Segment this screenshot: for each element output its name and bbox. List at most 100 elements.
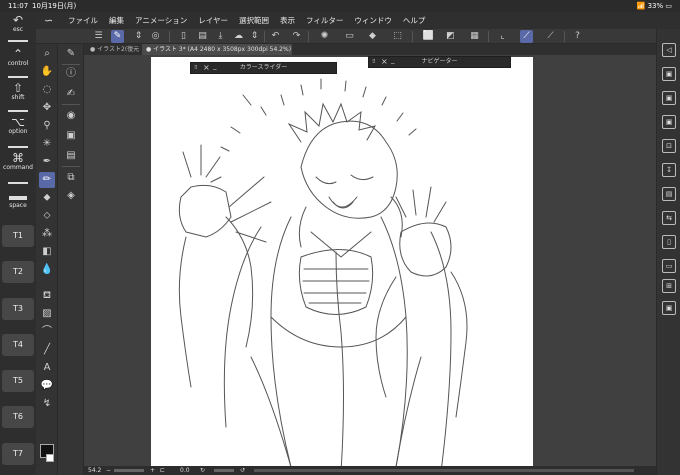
color-set-icon[interactable]: ▣	[63, 128, 79, 144]
figure-icon[interactable]: ╱	[39, 342, 55, 358]
hamburger-menu-icon[interactable]: ☰	[92, 30, 105, 43]
hand-icon[interactable]: ✋	[39, 64, 55, 80]
panel-12-icon[interactable]: ▣	[662, 301, 676, 315]
loading-icon[interactable]: ✺	[318, 30, 331, 43]
panel-7-icon[interactable]: ▤	[662, 187, 676, 201]
menu-window[interactable]: ウィンドウ	[354, 12, 392, 29]
text-icon[interactable]: A	[39, 360, 55, 376]
t1-key[interactable]: T1	[2, 225, 34, 247]
option-key[interactable]: ⌥ option	[2, 116, 34, 136]
save-icon[interactable]: ⤓	[214, 30, 227, 43]
layers-icon[interactable]: ◈	[63, 188, 79, 204]
space-key[interactable]: space	[2, 192, 34, 210]
menu-view[interactable]: 表示	[280, 12, 295, 29]
ruler-icon[interactable]: ⌒	[39, 324, 55, 340]
help-icon[interactable]: ?	[571, 30, 584, 43]
pen-icon[interactable]: ✒	[39, 154, 55, 170]
zoom-minus-icon[interactable]: −	[106, 466, 111, 475]
grid-snap-icon[interactable]: ⟋	[544, 30, 557, 43]
menu-selection[interactable]: 選択範囲	[239, 12, 269, 29]
panel-9-icon[interactable]: ▯	[662, 235, 676, 249]
airbrush-icon[interactable]: ⬦	[39, 208, 55, 224]
lasso-icon[interactable]: ◌	[39, 82, 55, 98]
zoom-slider[interactable]	[114, 469, 144, 472]
panel-8-icon[interactable]: ⇆	[662, 211, 676, 225]
special-ruler-snap-icon[interactable]: ⟋	[520, 30, 533, 43]
tab-illust3[interactable]: ● イラスト 3* (A4 2480 x 3508px 300dpi 54.2%…	[142, 44, 292, 55]
t5-key[interactable]: T5	[2, 370, 34, 392]
t4-key[interactable]: T4	[2, 334, 34, 356]
panel-11-icon[interactable]: ⊞	[662, 279, 676, 293]
command-key[interactable]: ⌘ command	[2, 152, 34, 172]
panel-6-icon[interactable]: ↧	[662, 163, 676, 177]
gradient-icon[interactable]: ▨	[39, 306, 55, 322]
reset-rotate-icon[interactable]: ↺	[240, 466, 245, 475]
fill-bucket-icon[interactable]: ⛾	[39, 288, 55, 304]
pencil-subtool-icon[interactable]: ✎	[63, 46, 79, 62]
canvas-area[interactable]: ● イラスト2(復元 ● イラスト 3* (A4 2480 x 3508px 3…	[84, 44, 656, 466]
t3-key[interactable]: T3	[2, 298, 34, 320]
panel-1-icon[interactable]: ◁	[662, 43, 676, 57]
shift-key[interactable]: ⇧ shift	[2, 82, 34, 102]
eyedropper-icon[interactable]: ⚲	[39, 118, 55, 134]
angle-value[interactable]: 0.0	[180, 466, 190, 475]
color-slider-panel[interactable]: ⠿ × _ カラースライダー	[190, 62, 337, 74]
blend-icon[interactable]: 💧	[39, 262, 55, 278]
decoration-icon[interactable]: ⁂	[39, 226, 55, 242]
app-logo-icon[interactable]: ∽	[44, 14, 53, 27]
info-icon[interactable]: ⓘ	[63, 66, 79, 82]
pencil-icon[interactable]: ✏	[39, 172, 55, 188]
rotate-icon[interactable]: ↻	[200, 466, 205, 475]
panel-10-icon[interactable]: ▭	[662, 259, 676, 273]
zoom-value[interactable]: 54.2	[88, 466, 101, 475]
cloud-icon[interactable]: ☁	[232, 30, 245, 43]
menu-file[interactable]: ファイル	[68, 12, 98, 29]
color-mode-icon[interactable]: ◎	[149, 30, 162, 43]
deselect-icon[interactable]: ⬜	[422, 30, 435, 43]
drawing-canvas[interactable]	[151, 57, 533, 466]
color-wheel-icon[interactable]: ◉	[63, 108, 79, 124]
layer-property-icon[interactable]: ⧉	[63, 170, 79, 186]
fit-icon[interactable]: ⊏	[160, 466, 165, 475]
panel-5-icon[interactable]: ⊡	[662, 139, 676, 153]
tab-illust2[interactable]: ● イラスト2(復元	[86, 44, 142, 55]
tool-select-icon[interactable]: ✎	[111, 30, 124, 43]
panel-3-icon[interactable]: ▣	[662, 91, 676, 105]
menu-help[interactable]: ヘルプ	[403, 12, 426, 29]
t2-key[interactable]: T2	[2, 261, 34, 283]
correct-line-icon[interactable]: ↯	[39, 396, 55, 412]
horizontal-scrollbar[interactable]	[254, 469, 634, 472]
redo-icon[interactable]: ↷	[290, 30, 303, 43]
chevron-updown-icon[interactable]: ⇕	[248, 30, 261, 43]
t6-key[interactable]: T6	[2, 406, 34, 428]
open-folder-icon[interactable]: ▤	[196, 30, 209, 43]
menu-edit[interactable]: 編集	[109, 12, 124, 29]
move-icon[interactable]: ✥	[39, 100, 55, 116]
panel-4-icon[interactable]: ▣	[662, 115, 676, 129]
brush-size-icon[interactable]: ✍	[63, 86, 79, 102]
transform-icon[interactable]: ⬚	[391, 30, 404, 43]
clear-icon[interactable]: ▭	[343, 30, 356, 43]
menu-layer[interactable]: レイヤー	[198, 12, 228, 29]
ruler-snap-icon[interactable]: ⌞	[496, 30, 509, 43]
eraser-icon[interactable]: ◧	[39, 244, 55, 260]
brush-icon[interactable]: ⬥	[39, 190, 55, 206]
balloon-icon[interactable]: 💬	[39, 378, 55, 394]
navigator-panel[interactable]: ⠿ × _ ナビゲーター	[368, 56, 511, 68]
sub-color-swatch[interactable]	[46, 454, 54, 462]
zoom-icon[interactable]: ⌕	[39, 46, 55, 62]
color-history-icon[interactable]: ▤	[63, 148, 79, 164]
zoom-plus-icon[interactable]: +	[150, 466, 155, 475]
fill-icon[interactable]: ◆	[366, 30, 379, 43]
t7-key[interactable]: T7	[2, 443, 34, 465]
magic-wand-icon[interactable]: ✳	[39, 136, 55, 152]
esc-key[interactable]: ↶ esc	[2, 14, 34, 34]
rotate-slider[interactable]	[214, 469, 234, 472]
control-key[interactable]: ⌃ control	[2, 48, 34, 68]
new-file-icon[interactable]: ▯	[177, 30, 190, 43]
crop-icon[interactable]: ▦	[468, 30, 481, 43]
menu-filter[interactable]: フィルター	[306, 12, 343, 29]
chevron-updown-icon[interactable]: ⇕	[132, 30, 145, 43]
invert-selection-icon[interactable]: ◩	[444, 30, 457, 43]
menu-animation[interactable]: アニメーション	[135, 12, 187, 29]
